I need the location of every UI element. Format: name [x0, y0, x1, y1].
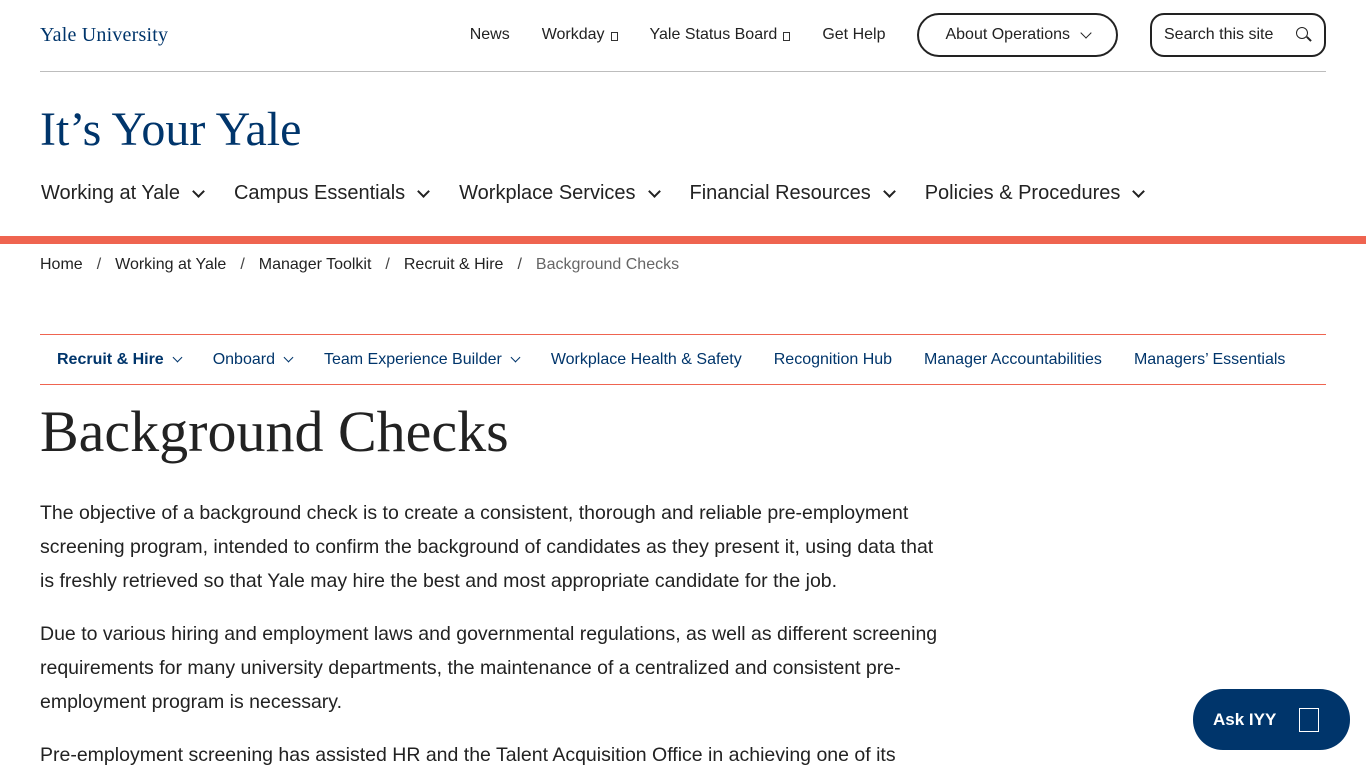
yale-status-board-link[interactable]: Yale Status Board: [650, 26, 791, 44]
ask-iyy-label: Ask IYY: [1213, 709, 1277, 729]
chevron-down-icon: [647, 184, 661, 198]
main-nav-label: Working at Yale: [41, 182, 180, 204]
news-link[interactable]: News: [470, 26, 510, 44]
paragraph: Due to various hiring and employment law…: [40, 623, 938, 713]
sub-nav-label: Recruit & Hire: [57, 350, 164, 368]
sub-nav-manager-accountabilities[interactable]: Manager Accountabilities: [924, 351, 1102, 369]
breadcrumb-recruit-hire[interactable]: Recruit & Hire: [404, 256, 504, 274]
chevron-down-icon: [882, 184, 896, 198]
main-nav-label: Financial Resources: [689, 182, 871, 204]
main-nav: Working at Yale Campus Essentials Workpl…: [41, 182, 1174, 205]
status-board-link-label: Yale Status Board: [649, 26, 778, 43]
chevron-down-icon: [283, 352, 294, 362]
sub-nav-label: Recognition Hub: [773, 350, 893, 368]
sub-nav-onboard[interactable]: Onboard: [212, 350, 294, 369]
get-help-link[interactable]: Get Help: [822, 26, 885, 44]
chevron-down-icon: [172, 352, 183, 362]
main-nav-working-at-yale[interactable]: Working at Yale: [41, 182, 205, 205]
sub-nav-label: Managers’ Essentials: [1133, 350, 1286, 368]
search-icon[interactable]: [1296, 27, 1312, 43]
chevron-down-icon: [417, 184, 431, 198]
main-nav-label: Campus Essentials: [233, 182, 406, 204]
paragraph: The objective of a background check is t…: [40, 502, 934, 592]
search-input[interactable]: Search this site: [1150, 13, 1326, 57]
breadcrumb-current: Background Checks: [535, 256, 680, 273]
breadcrumb-separator: /: [517, 256, 522, 273]
external-link-icon: [783, 31, 791, 41]
news-link-label: News: [469, 26, 510, 43]
sub-nav-managers-essentials[interactable]: Managers’ Essentials: [1134, 351, 1285, 369]
search-placeholder: Search this site: [1164, 26, 1274, 43]
main-nav-financial-resources[interactable]: Financial Resources: [689, 182, 896, 205]
sub-nav-label: Workplace Health & Safety: [550, 350, 742, 368]
about-operations-label: About Operations: [945, 26, 1070, 43]
ask-iyy-button[interactable]: Ask IYY: [1193, 689, 1350, 750]
external-link-icon: [610, 31, 618, 41]
main-nav-label: Policies & Procedures: [924, 182, 1121, 204]
sub-nav-label: Manager Accountabilities: [924, 350, 1102, 368]
main-content: The objective of a background check is t…: [40, 496, 940, 768]
chevron-down-icon: [192, 184, 205, 198]
workday-link-label: Workday: [541, 26, 605, 43]
sub-nav-workplace-health-safety[interactable]: Workplace Health & Safety: [551, 351, 742, 369]
site-title[interactable]: It’s Your Yale: [40, 102, 301, 157]
main-nav-workplace-services[interactable]: Workplace Services: [459, 182, 661, 205]
breadcrumb-separator: /: [385, 256, 390, 273]
main-nav-label: Workplace Services: [459, 182, 636, 204]
paragraph: Pre-employment screening has assisted HR…: [40, 744, 896, 766]
utility-nav: News Workday Yale Status Board Get Help …: [470, 11, 1326, 59]
chevron-down-icon: [1080, 26, 1092, 39]
chevron-down-icon: [1132, 184, 1146, 198]
get-help-link-label: Get Help: [822, 26, 886, 43]
sub-nav-team-experience-builder[interactable]: Team Experience Builder: [323, 350, 521, 369]
main-nav-policies-procedures[interactable]: Policies & Procedures: [924, 182, 1146, 205]
utility-header: Yale University News Workday Yale Status…: [40, 0, 1326, 72]
sub-nav-recruit-hire[interactable]: Recruit & Hire: [57, 350, 183, 369]
sub-nav-recognition-hub[interactable]: Recognition Hub: [774, 351, 892, 369]
workday-link[interactable]: Workday: [542, 26, 618, 44]
breadcrumb-working-at-yale[interactable]: Working at Yale: [115, 256, 226, 274]
main-nav-campus-essentials[interactable]: Campus Essentials: [233, 182, 431, 205]
about-operations-button[interactable]: About Operations: [917, 13, 1118, 57]
yale-university-logo[interactable]: Yale University: [40, 24, 168, 47]
accent-divider: [0, 236, 1366, 244]
section-sub-nav: Recruit & Hire Onboard Team Experience B…: [40, 334, 1326, 385]
breadcrumb: Home / Working at Yale / Manager Toolkit / …: [40, 256, 679, 274]
sub-nav-label: Onboard: [212, 350, 275, 368]
sub-nav-label: Team Experience Builder: [323, 350, 502, 368]
chevron-down-icon: [510, 352, 521, 362]
breadcrumb-separator: /: [240, 256, 245, 273]
breadcrumb-manager-toolkit[interactable]: Manager Toolkit: [259, 256, 372, 274]
chat-icon: [1299, 707, 1320, 732]
breadcrumb-home[interactable]: Home: [40, 256, 83, 274]
page-title: Background Checks: [40, 399, 509, 464]
breadcrumb-separator: /: [96, 256, 102, 273]
